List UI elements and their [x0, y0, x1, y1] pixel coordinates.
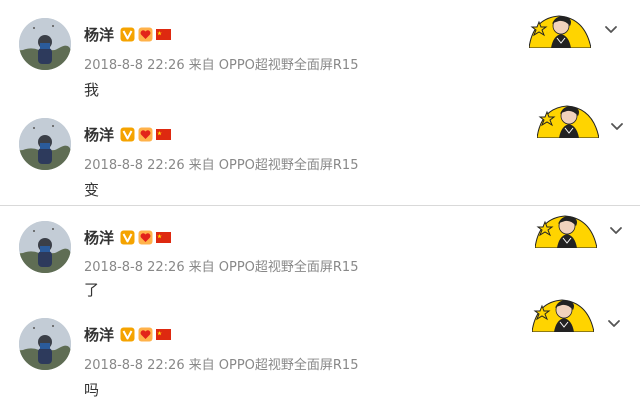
- username[interactable]: 杨洋: [84, 227, 114, 248]
- post-meta: 2018-8-8 22:26 来自 OPPO超视野全面屏R15: [84, 54, 358, 73]
- post-text: 我: [84, 81, 100, 99]
- chevron-down-icon[interactable]: [608, 117, 626, 135]
- avatar-image: [19, 118, 71, 170]
- avatar[interactable]: [19, 318, 71, 370]
- chevron-down-icon[interactable]: [607, 221, 625, 239]
- name-row: 杨洋: [84, 123, 174, 145]
- avatar-image: [19, 18, 71, 70]
- china-flag-icon: [156, 231, 172, 243]
- china-flag-icon: [156, 328, 172, 340]
- name-row: 杨洋: [84, 323, 174, 345]
- chevron-down-icon[interactable]: [605, 314, 623, 332]
- fan-heart-icon: [138, 27, 153, 41]
- star-sticker-icon: [537, 105, 599, 138]
- timestamp[interactable]: 2018-8-8 22:26: [84, 158, 185, 173]
- weibo-feed: 杨洋 2018-8-8 22:26 来自 OPPO超视野全面屏R15 我 杨洋 …: [0, 0, 640, 404]
- verified-v-icon: [120, 27, 135, 41]
- fan-heart-icon: [138, 127, 153, 141]
- post-text: 变: [84, 181, 100, 199]
- avatar-image: [19, 221, 71, 273]
- name-row: 杨洋: [84, 23, 174, 45]
- post-text: 了: [84, 281, 100, 299]
- verified-v-icon: [120, 127, 135, 141]
- username[interactable]: 杨洋: [84, 24, 114, 45]
- post-card: 杨洋 2018-8-8 22:26 来自 OPPO超视野全面屏R15 我: [0, 15, 640, 102]
- verified-v-icon: [120, 327, 135, 341]
- timestamp[interactable]: 2018-8-8 22:26: [84, 260, 185, 275]
- name-row: 杨洋: [84, 226, 174, 248]
- post-meta: 2018-8-8 22:26 来自 OPPO超视野全面屏R15: [84, 256, 358, 275]
- timestamp[interactable]: 2018-8-8 22:26: [84, 58, 185, 73]
- fan-heart-icon: [138, 327, 153, 341]
- post-meta: 2018-8-8 22:26 来自 OPPO超视野全面屏R15: [84, 354, 358, 373]
- username[interactable]: 杨洋: [84, 324, 114, 345]
- avatar[interactable]: [19, 18, 71, 70]
- post-meta: 2018-8-8 22:26 来自 OPPO超视野全面屏R15: [84, 154, 358, 173]
- post-source[interactable]: 来自 OPPO超视野全面屏R15: [189, 358, 359, 373]
- post-source[interactable]: 来自 OPPO超视野全面屏R15: [189, 260, 359, 275]
- star-sticker-icon: [529, 15, 591, 48]
- post-source[interactable]: 来自 OPPO超视野全面屏R15: [189, 58, 359, 73]
- post-source[interactable]: 来自 OPPO超视野全面屏R15: [189, 158, 359, 173]
- timestamp[interactable]: 2018-8-8 22:26: [84, 358, 185, 373]
- post-card: 杨洋 2018-8-8 22:26 来自 OPPO超视野全面屏R15 吗: [0, 299, 640, 402]
- verified-v-icon: [120, 230, 135, 244]
- china-flag-icon: [156, 128, 172, 140]
- fan-heart-icon: [138, 230, 153, 244]
- username[interactable]: 杨洋: [84, 124, 114, 145]
- post-card: 杨洋 2018-8-8 22:26 来自 OPPO超视野全面屏R15 变: [0, 105, 640, 202]
- avatar-image: [19, 318, 71, 370]
- chevron-down-icon[interactable]: [602, 20, 620, 38]
- china-flag-icon: [156, 28, 172, 40]
- post-card: 杨洋 2018-8-8 22:26 来自 OPPO超视野全面屏R15 了: [0, 205, 640, 301]
- avatar[interactable]: [19, 221, 71, 273]
- star-sticker-icon: [532, 299, 594, 332]
- post-text: 吗: [84, 381, 100, 399]
- avatar[interactable]: [19, 118, 71, 170]
- star-sticker-icon: [535, 215, 597, 248]
